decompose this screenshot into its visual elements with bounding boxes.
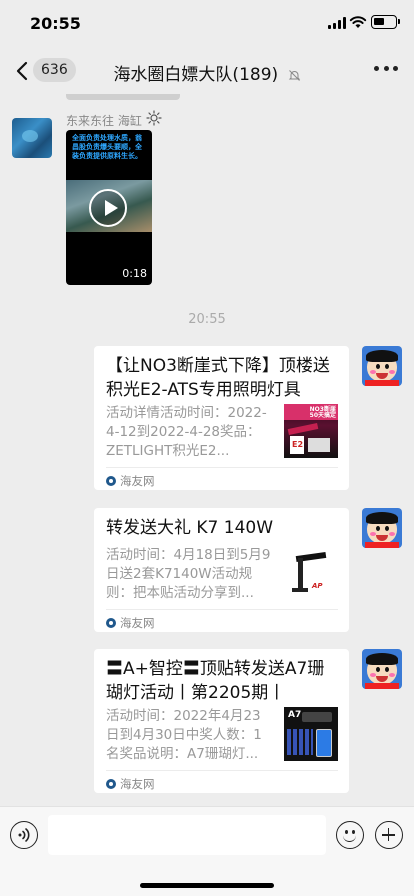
sender-avatar[interactable]	[12, 118, 52, 158]
my-avatar[interactable]	[362, 346, 402, 386]
my-avatar[interactable]	[362, 649, 402, 689]
link-card[interactable]: 【让NO3断崖式下降】顶楼送积光E2-ATS专用照明灯具 活动详情活动时间：20…	[94, 346, 349, 490]
add-more-button[interactable]	[375, 821, 403, 849]
time-divider: 20:55	[188, 312, 226, 327]
play-icon[interactable]	[89, 189, 127, 227]
source-logo-icon	[106, 476, 116, 486]
sun-icon	[146, 110, 162, 126]
card-source-name: 海友网	[120, 616, 155, 630]
video-message[interactable]: 全面负责处理水质，翁昌股负责爆头要顺，全装负责提供原料生长。 0:18	[66, 130, 152, 285]
my-avatar[interactable]	[362, 508, 402, 548]
card-divider	[106, 770, 338, 771]
card-source: 海友网	[106, 615, 155, 631]
link-card[interactable]: 〓A+智控〓顶贴转发送A7珊瑚灯活动丨第2205期丨 活动时间：2022年4月2…	[94, 649, 349, 793]
card-description: 活动时间：2022年4月23日到4月30日中奖人数：1名奖品说明：A7珊瑚灯..…	[106, 708, 262, 762]
card-divider	[106, 467, 338, 468]
video-duration: 0:18	[122, 267, 147, 280]
source-logo-icon	[106, 779, 116, 789]
chat-title: 海水圈白嫖大队(189)	[0, 60, 414, 85]
card-thumbnail: AP	[284, 546, 338, 600]
message-input[interactable]	[48, 815, 326, 855]
card-source: 海友网	[106, 776, 155, 792]
signal-icon	[328, 17, 346, 29]
card-title: 〓A+智控〓顶贴转发送A7珊瑚灯活动丨第2205期丨	[106, 659, 325, 703]
link-card[interactable]: 转发送大礼 K7 140W 活动时间：4月18日到5月9日送2套K7140W活动…	[94, 508, 349, 632]
thumbnail-logo: AP	[312, 582, 323, 590]
thumbnail-label: A7	[288, 710, 302, 720]
status-bar: 20:55	[0, 0, 414, 48]
thumbnail-label: E2	[292, 440, 304, 449]
card-thumbnail: NO3断崖 50天搞定 E2	[284, 404, 338, 458]
input-bar	[0, 806, 414, 896]
previous-message-edge	[66, 94, 180, 100]
card-description: 活动详情活动时间：2022-4-12到2022-4-28奖品：ZETLIGHT积…	[106, 405, 267, 459]
wifi-icon	[349, 16, 367, 28]
card-divider	[106, 609, 338, 610]
card-thumbnail: A7	[284, 707, 338, 761]
voice-input-button[interactable]	[10, 821, 38, 849]
mute-bell-icon	[288, 69, 300, 81]
emoji-button[interactable]	[336, 821, 364, 849]
voice-icon	[18, 828, 30, 842]
thumbnail-text: NO3断崖 50天搞定	[309, 406, 336, 419]
card-source: 海友网	[106, 473, 155, 489]
more-options-icon[interactable]	[374, 66, 398, 74]
sender-name: 东来东往 海缸	[66, 114, 142, 128]
card-title: 转发送大礼 K7 140W	[106, 518, 274, 538]
source-logo-icon	[106, 618, 116, 628]
card-source-name: 海友网	[120, 777, 155, 791]
status-time: 20:55	[30, 14, 81, 33]
card-title: 【让NO3断崖式下降】顶楼送积光E2-ATS专用照明灯具	[106, 356, 330, 400]
video-caption: 全面负责处理水质，翁昌股负责爆头要顺，全装负责提供原料生长。	[72, 134, 142, 160]
chat-title-text: 海水圈白嫖大队(189)	[113, 65, 279, 85]
chat-area[interactable]: 东来东往 海缸 全面负责处理水质，翁昌股负责爆头要顺，全装负责提供原料生长。 0…	[0, 94, 414, 806]
nav-bar: 636 海水圈白嫖大队(189)	[0, 48, 414, 94]
home-indicator	[140, 883, 274, 888]
card-source-name: 海友网	[120, 474, 155, 488]
battery-icon	[371, 15, 400, 29]
card-description: 活动时间：4月18日到5月9日送2套K7140W活动规则：把本贴活动分享到...	[106, 547, 271, 601]
